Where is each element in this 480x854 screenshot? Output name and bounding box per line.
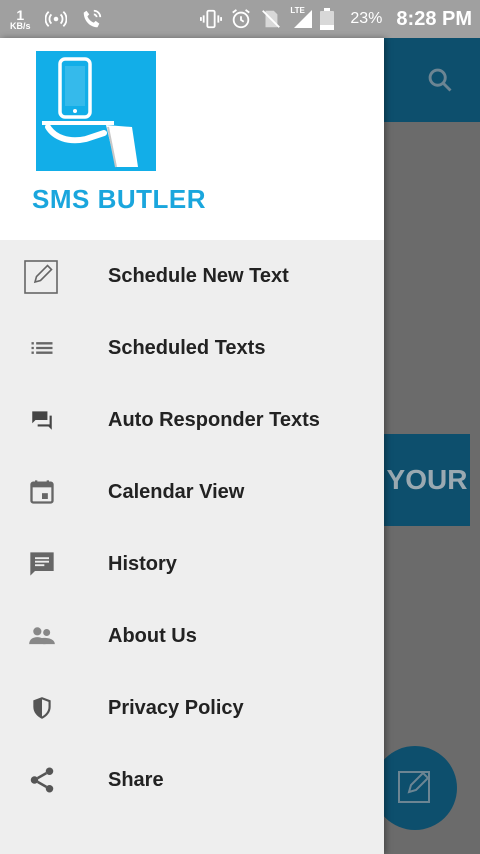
- menu-item-label: Calendar View: [108, 480, 245, 503]
- compose-icon: [395, 766, 435, 811]
- network-speed: 1 KB/s: [10, 8, 31, 31]
- call-wifi-icon: [81, 8, 103, 30]
- menu-item-label: Share: [108, 768, 164, 791]
- battery-icon: [320, 8, 342, 30]
- menu-item-label: Schedule New Text: [108, 264, 289, 287]
- menu-item-label: Scheduled Texts: [108, 336, 266, 359]
- menu-item-label: About Us: [108, 624, 197, 647]
- menu-item-about-us[interactable]: About Us: [0, 600, 384, 672]
- app-bar: [384, 38, 480, 122]
- background-banner-text: YOUR: [386, 464, 468, 495]
- menu-item-label: Privacy Policy: [108, 696, 244, 719]
- menu-item-calendar-view[interactable]: Calendar View: [0, 456, 384, 528]
- menu-item-share[interactable]: Share: [0, 744, 384, 816]
- drawer-menu: Schedule New Text Scheduled Texts Auto R…: [0, 240, 384, 816]
- menu-item-scheduled-texts[interactable]: Scheduled Texts: [0, 312, 384, 384]
- clock: 8:28 PM: [396, 7, 472, 30]
- alarm-icon: [230, 8, 252, 30]
- lte-signal-icon: LTE: [290, 6, 313, 30]
- calendar-icon: [22, 472, 62, 512]
- list-icon: [22, 328, 62, 368]
- status-bar: 1 KB/s LTE 23% 8:28 PM: [0, 0, 480, 38]
- search-icon[interactable]: [426, 66, 454, 99]
- edit-icon: [22, 256, 62, 296]
- menu-item-schedule-new-text[interactable]: Schedule New Text: [0, 240, 384, 312]
- menu-item-auto-responder-texts[interactable]: Auto Responder Texts: [0, 384, 384, 456]
- vibrate-icon: [200, 8, 223, 30]
- menu-item-label: History: [108, 552, 177, 575]
- app-logo-icon: [36, 51, 156, 171]
- navigation-drawer: SMS BUTLER Schedule New Text Scheduled T…: [0, 38, 384, 854]
- app-name: SMS BUTLER: [32, 184, 206, 214]
- compose-fab[interactable]: [373, 746, 457, 830]
- menu-item-label: Auto Responder Texts: [108, 408, 320, 431]
- lte-label: LTE: [290, 6, 305, 15]
- network-speed-value: 1: [16, 6, 25, 23]
- hotspot-icon: [44, 8, 67, 30]
- drawer-header: SMS BUTLER: [0, 38, 384, 240]
- menu-item-history[interactable]: History: [0, 528, 384, 600]
- no-sim-icon: [260, 8, 282, 30]
- chat-icon: [22, 400, 62, 440]
- shield-icon: [22, 688, 62, 728]
- people-icon: [22, 616, 62, 656]
- menu-item-privacy-policy[interactable]: Privacy Policy: [0, 672, 384, 744]
- battery-percent: 23%: [350, 10, 383, 27]
- message-icon: [22, 544, 62, 584]
- background-banner: YOUR: [384, 434, 470, 526]
- share-icon: [22, 760, 62, 800]
- network-speed-unit: KB/s: [10, 20, 31, 31]
